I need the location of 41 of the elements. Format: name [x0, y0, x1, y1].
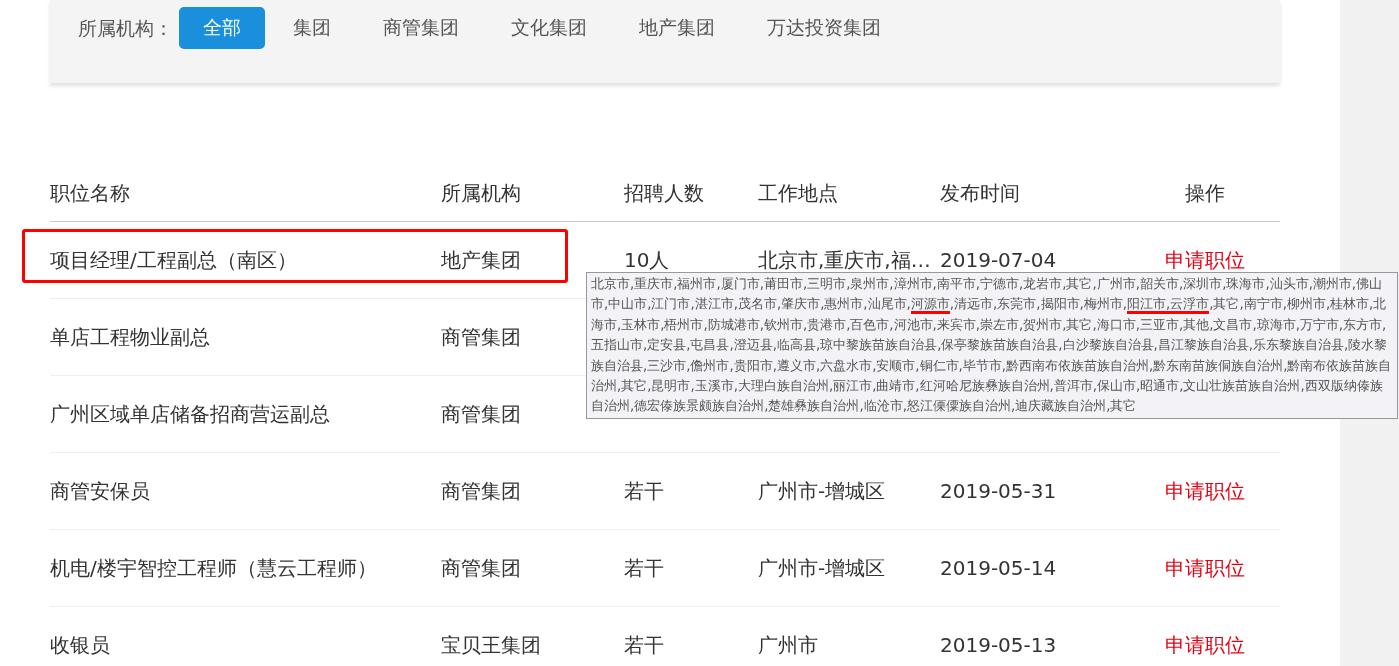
filter-option[interactable]: 地产集团 — [615, 7, 739, 49]
job-title: 收银员 — [50, 632, 110, 657]
job-title: 机电/楼宇智控工程师（慧云工程师） — [50, 555, 377, 580]
date-cell: 2019-05-31 — [940, 479, 1057, 503]
job-title: 商管安保员 — [50, 478, 150, 503]
filter-option[interactable]: 集团 — [269, 7, 355, 49]
column-header: 所属机构 — [441, 180, 522, 207]
apply-link[interactable]: 申请职位 — [1165, 555, 1245, 580]
count-cell: 若干 — [624, 478, 664, 503]
location-cell: 广州市 — [758, 632, 818, 657]
column-header: 职位名称 — [50, 180, 131, 207]
date-cell: 2019-05-13 — [940, 633, 1057, 657]
filter-option[interactable]: 文化集团 — [487, 7, 611, 49]
org-cell: 地产集团 — [441, 247, 521, 272]
location-cell: 广州市-增城区 — [758, 478, 886, 503]
org-cell: 商管集团 — [441, 401, 521, 426]
date-cell: 2019-05-14 — [940, 556, 1057, 580]
count-cell: 10人 — [624, 247, 670, 272]
date-cell: 2019-07-04 — [940, 248, 1057, 272]
count-cell: 若干 — [624, 632, 664, 657]
apply-link[interactable]: 申请职位 — [1165, 478, 1245, 503]
org-cell: 商管集团 — [441, 478, 521, 503]
column-header: 发布时间 — [940, 180, 1021, 207]
org-cell: 商管集团 — [441, 324, 521, 349]
column-header: 招聘人数 — [624, 180, 705, 207]
apply-link[interactable]: 申请职位 — [1165, 632, 1245, 657]
job-title: 单店工程物业副总 — [50, 324, 210, 349]
job-title: 项目经理/工程副总（南区） — [50, 247, 297, 272]
column-header: 操作 — [1184, 180, 1226, 207]
filter-label: 所属机构： — [78, 16, 173, 41]
apply-link[interactable]: 申请职位 — [1165, 247, 1245, 272]
location-tooltip: 北京市,重庆市,福州市,厦门市,莆田市,三明市,泉州市,漳州市,南平市,宁德市,龙岩市,其它,广州市,韶关市,深圳市,珠海市,汕头市,潮州市,佛山市,中山市,江门市,湛江市,茂名市,肇庆市,惠州市,汕尾市,河源市,清远市,东莞市,揭阳市,梅州市,阳江市,云浮市,其它,南宁市,柳州市,桂林市,北海市,玉林市,梧州市,防城港市,钦州市,贵港市,百色市,河池市,来宾市,崇左市,贺州市,其它,海口市,三亚市,其他,文昌市,琼海市,万宁市,东方市,五指山市,定安县,屯昌县,澄迈县,临高县,琼中黎族苗族自治县,保亭黎族苗族自治县,白沙黎族自治县,昌江黎族自治县,乐东黎族自治县,陵水黎族自治县,三沙市,儋州市,贵阳市,遵义市,六盘水市,安顺市,铜仁市,毕节市,黔西南布依族苗族自治州,黔东南苗族侗族自治州,黔南布依族苗族自治州,其它,昆明市,玉溪市,大理白族自治州,丽江市,曲靖市,红河哈尼族彝族自治州,普洱市,保山市,昭通市,文山壮族苗族自治州,西双版纳傣族自治州,德宏傣族景颇族自治州,楚雄彝族自治州,临沧市,怒江傈僳族自治州,迪庆藏族自治州,其它 — [586, 272, 1398, 419]
location-cell: 北京市,重庆市,福… — [758, 247, 931, 272]
column-header: 工作地点 — [758, 180, 839, 207]
org-cell: 宝贝王集团 — [441, 632, 541, 657]
filter-option[interactable]: 万达投资集团 — [743, 7, 905, 49]
job-title: 广州区域单店储备招商营运副总 — [50, 401, 330, 426]
location-cell: 广州市-增城区 — [758, 555, 886, 580]
org-cell: 商管集团 — [441, 555, 521, 580]
count-cell: 若干 — [624, 555, 664, 580]
filter-option[interactable]: 商管集团 — [359, 7, 483, 49]
